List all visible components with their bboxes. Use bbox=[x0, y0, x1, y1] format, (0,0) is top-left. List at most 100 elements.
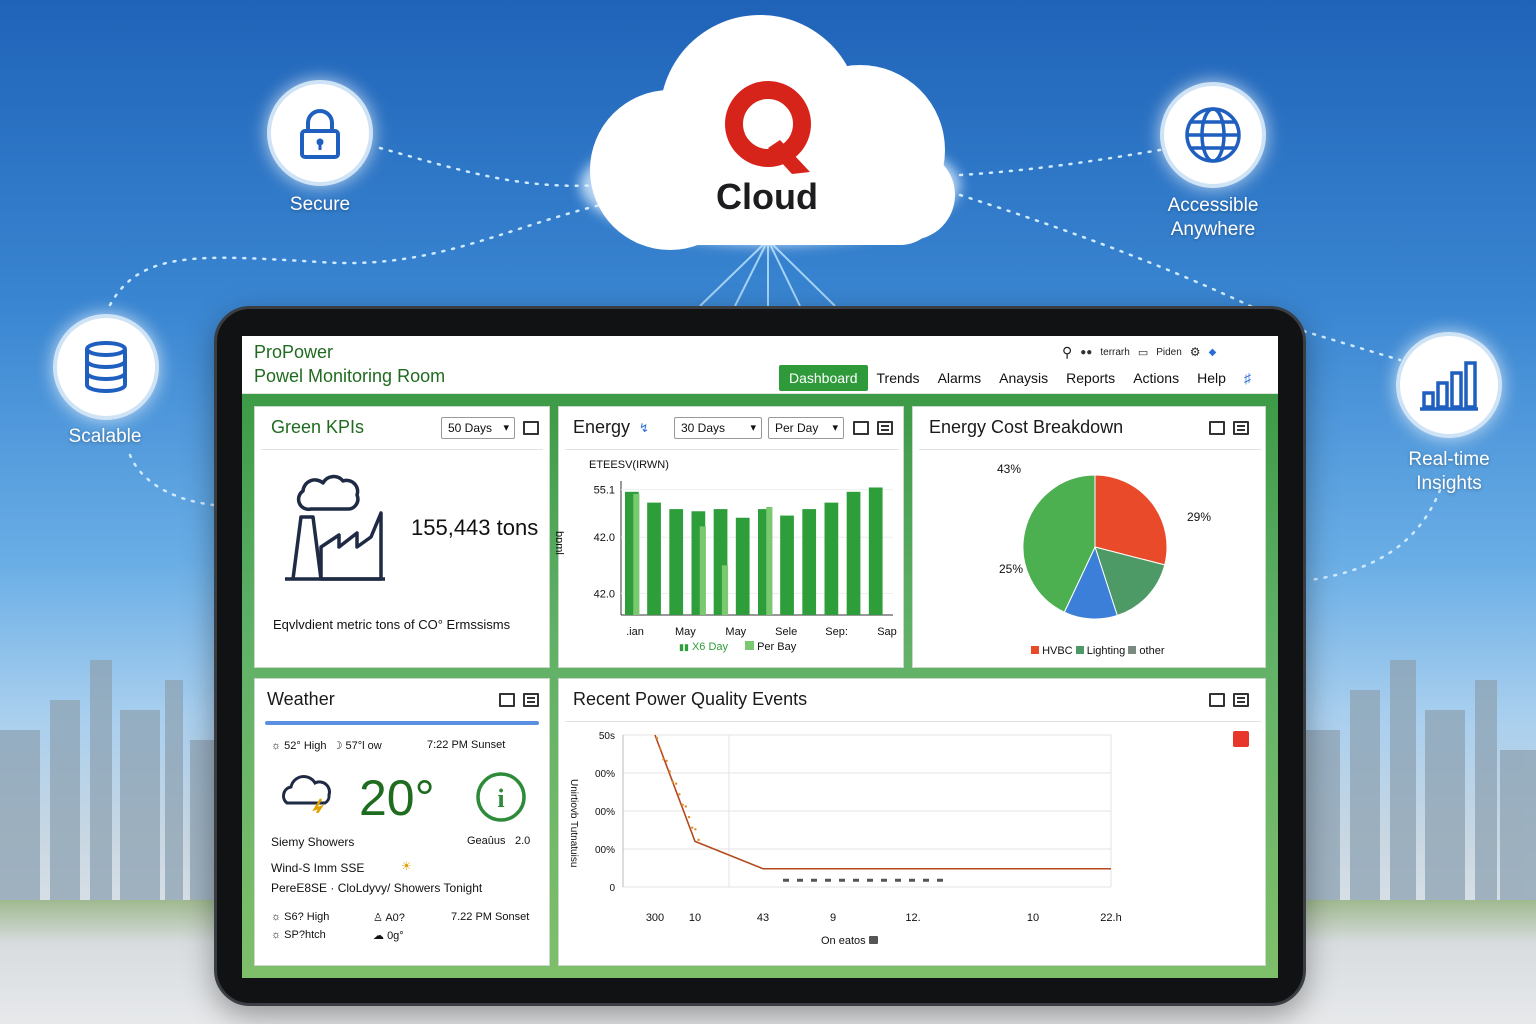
pie-label: 43% bbox=[997, 462, 1021, 476]
weather-row4: ☼ SP?htch bbox=[271, 929, 326, 941]
cost-legend-lighting: Lighting bbox=[1086, 645, 1126, 657]
y-tick-label: 00% bbox=[595, 769, 615, 780]
energy-bar-secondary bbox=[633, 493, 640, 615]
search-icon[interactable]: ⚲ bbox=[1062, 344, 1072, 361]
table-view-icon[interactable] bbox=[523, 693, 539, 707]
feature-realtime-label: Real-time Insights bbox=[1376, 448, 1522, 496]
tab-analysis[interactable]: Anaysis bbox=[990, 365, 1057, 391]
user1-label[interactable]: terrarh bbox=[1100, 347, 1129, 358]
dashboard-area: Green KPIs 50 Days 155,443 tons Eqvlvdie… bbox=[242, 394, 1278, 978]
other-swatch bbox=[1128, 646, 1137, 654]
maximize-icon[interactable] bbox=[523, 421, 539, 435]
event-marker bbox=[783, 878, 789, 882]
lighting-swatch bbox=[1075, 646, 1084, 654]
settings-icon[interactable]: ⚙ bbox=[1190, 345, 1201, 359]
table-view-icon[interactable] bbox=[877, 421, 893, 435]
top-bar: ProPower Powel Monitoring Room ⚲ ●● terr… bbox=[242, 336, 1278, 394]
svg-text:i: i bbox=[497, 784, 504, 813]
cost-panel: Energy Cost Breakdown 43% 29% 25% HVBC Lig… bbox=[912, 406, 1266, 668]
brand-subtitle: Powel Monitoring Room bbox=[254, 366, 446, 386]
x-tick-label: 10 bbox=[689, 912, 701, 923]
weather-row3-sunset: 7.22 PM Sonset bbox=[451, 911, 530, 923]
feature-accessible-line1: Accessible bbox=[1167, 195, 1259, 216]
tab-help[interactable]: Help bbox=[1188, 365, 1235, 391]
x-tick-label: 10 bbox=[1027, 912, 1039, 923]
lock-small-icon bbox=[868, 936, 878, 944]
legend-swatch-icon bbox=[745, 641, 754, 650]
event-marker bbox=[895, 878, 901, 882]
monitor-icon[interactable]: ▭ bbox=[1138, 346, 1148, 359]
cloud-small-icon: ☁ bbox=[373, 930, 384, 942]
cost-legend: HVBC Lighting other bbox=[1031, 645, 1165, 657]
y-tick-label: 50s bbox=[599, 731, 615, 742]
energy-bar bbox=[780, 515, 794, 615]
feature-secure-label: Secure bbox=[289, 194, 351, 215]
diamond-icon[interactable]: ◆ bbox=[1209, 347, 1217, 358]
tab-alarms[interactable]: Alarms bbox=[929, 365, 991, 391]
cost-pie-chart: 43% 29% 25% bbox=[997, 462, 1211, 620]
weather-forecast: PereE8SE · CloLdyvy/ Showers Tonight bbox=[271, 881, 483, 895]
event-dot bbox=[668, 770, 671, 773]
weather-panel: Weather ☼ 52° High ☽ 57°l ow 7:22 PM Sun… bbox=[254, 678, 550, 966]
cost-title: Energy Cost Breakdown bbox=[929, 417, 1124, 437]
weather-row3-aq-wrap: ♙ A0? bbox=[373, 911, 405, 924]
brand-name: ProPower bbox=[254, 342, 334, 362]
factory-icon bbox=[285, 474, 385, 581]
weather-gauge-label: Geaûus bbox=[467, 835, 506, 847]
event-dot bbox=[684, 805, 687, 808]
kpi-range-select[interactable]: 50 Days bbox=[441, 417, 515, 439]
energy-period-select[interactable]: Per Day bbox=[768, 417, 844, 439]
person-icon: ♙ bbox=[373, 912, 383, 924]
energy-bar-secondary bbox=[766, 506, 773, 615]
tab-reports[interactable]: Reports bbox=[1057, 365, 1124, 391]
sun-icon: ☼ bbox=[271, 740, 282, 752]
energy-chart-title: ETEESV(IRWN) bbox=[589, 459, 669, 471]
storm-cloud-icon bbox=[282, 775, 331, 813]
weather-row3: ☼ S6? High bbox=[271, 911, 329, 923]
events-x-label-wrap: On eatos bbox=[821, 935, 878, 947]
legend-bars-icon: ▮▮ bbox=[679, 642, 689, 652]
tab-actions[interactable]: Actions bbox=[1124, 365, 1188, 391]
x-tick-label: May bbox=[675, 626, 696, 638]
weather-row4-b-wrap: ☁ 0g° bbox=[373, 929, 404, 942]
weather-row1: ☼ 52° High ☽ 57°l ow bbox=[271, 739, 382, 752]
user-icon[interactable]: ●● bbox=[1080, 347, 1092, 358]
maximize-icon[interactable] bbox=[1209, 693, 1225, 707]
event-dot bbox=[691, 826, 694, 829]
maximize-icon[interactable] bbox=[499, 693, 515, 707]
table-view-icon[interactable] bbox=[1233, 693, 1249, 707]
sun-small-icon: ☀ bbox=[401, 859, 412, 873]
accessibility-icon[interactable]: ♯ bbox=[1235, 365, 1260, 391]
energy-range-select[interactable]: 30 Days bbox=[674, 417, 762, 439]
energy-legend-2-text: Per Bay bbox=[757, 641, 797, 653]
green-kpis-panel: Green KPIs 50 Days 155,443 tons Eqvlvdie… bbox=[254, 406, 550, 668]
event-marker bbox=[881, 878, 887, 882]
user2-label[interactable]: Piden bbox=[1156, 347, 1182, 358]
x-tick-label: Sep: bbox=[825, 626, 848, 638]
event-dot bbox=[659, 747, 662, 750]
tab-dashboard[interactable]: Dashboard bbox=[779, 365, 868, 391]
energy-bar bbox=[846, 491, 861, 615]
event-marker bbox=[867, 878, 873, 882]
q-logo bbox=[700, 78, 840, 183]
y-tick-label: 42.0 bbox=[594, 532, 615, 544]
events-line-chart: 50s 00% 00% 00% 0 300 10 43 9 12. 10 22.h bbox=[595, 731, 1122, 923]
weather-sunset: 7:22 PM Sunset bbox=[427, 739, 506, 751]
maximize-icon[interactable] bbox=[1209, 421, 1225, 435]
energy-bar bbox=[735, 517, 750, 615]
maximize-icon[interactable] bbox=[853, 421, 869, 435]
tab-trends[interactable]: Trends bbox=[868, 365, 929, 391]
events-x-label: On eatos bbox=[821, 935, 866, 947]
table-view-icon[interactable] bbox=[1233, 421, 1249, 435]
energy-bar bbox=[647, 502, 661, 615]
energy-legend-1: ▮▮ X6 Day bbox=[679, 641, 728, 653]
cloud-title: Cloud bbox=[716, 176, 818, 217]
feature-scalable-label: Scalable bbox=[68, 426, 142, 447]
event-dot bbox=[681, 803, 684, 807]
pie-label: 25% bbox=[999, 562, 1023, 576]
event-dot bbox=[697, 838, 700, 842]
x-tick-label: 300 bbox=[646, 912, 664, 923]
weather-accent-bar bbox=[265, 721, 539, 725]
energy-bar-secondary bbox=[699, 526, 706, 615]
event-marker bbox=[909, 878, 915, 882]
